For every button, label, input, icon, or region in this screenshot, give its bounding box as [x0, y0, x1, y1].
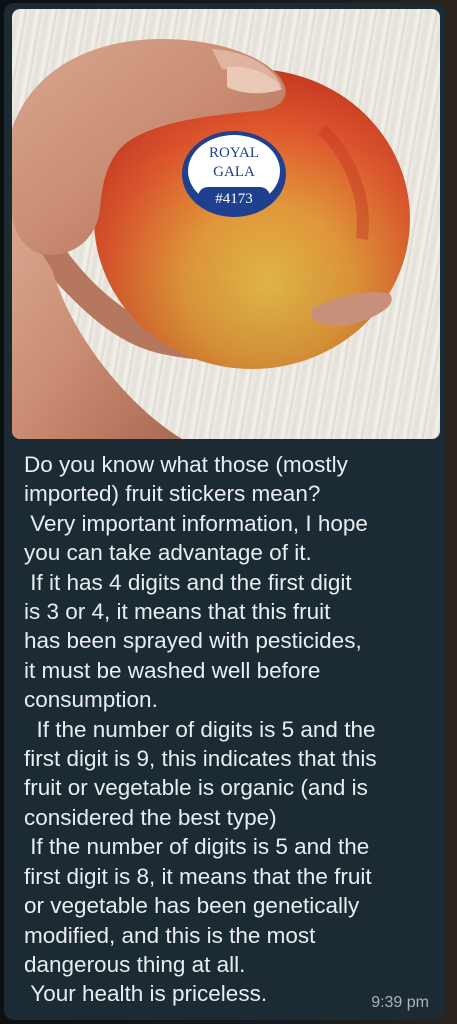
message-line: modified, and this is the most — [24, 922, 316, 948]
apple-photo[interactable]: ROYAL GALA #4173 — [12, 9, 440, 439]
message-line: considered the best type) — [24, 804, 277, 830]
message-line: imported) fruit stickers mean? — [24, 481, 321, 507]
message-line: it must be washed well before — [24, 657, 321, 683]
sticker-line1: ROYAL — [209, 145, 259, 161]
message-line: you can take advantage of it. — [24, 540, 312, 566]
sticker-plu: #4173 — [215, 191, 253, 207]
message-line: If it has 4 digits and the first digit — [24, 569, 352, 595]
fruit-sticker: ROYAL GALA #4173 — [182, 131, 286, 217]
message-line: has been sprayed with pesticides, — [24, 628, 362, 654]
message-line: first digit is 8, it means that the frui… — [24, 863, 372, 889]
message-line: If the number of digits is 5 and the — [24, 716, 376, 742]
message-line: dangerous thing at all. — [24, 951, 246, 977]
message-line: or vegetable has been genetically — [24, 893, 360, 919]
message-text: Do you know what those (mostly imported) … — [24, 450, 439, 1009]
message-line: fruit or vegetable is organic (and is — [24, 775, 368, 801]
message-line: Do you know what those (mostly — [24, 452, 348, 477]
message-line: first digit is 9, this indicates that th… — [24, 746, 377, 772]
chat-screen: ROYAL GALA #4173 Do you know what those … — [0, 0, 457, 1024]
sticker-line2: GALA — [213, 164, 255, 180]
message-line: consumption. — [24, 687, 158, 713]
message-bubble[interactable]: ROYAL GALA #4173 Do you know what those … — [4, 3, 445, 1020]
message-line: is 3 or 4, it means that this fruit — [24, 599, 331, 625]
apple-image-drawing: ROYAL GALA #4173 — [12, 39, 410, 439]
message-line: If the number of digits is 5 and the — [24, 834, 370, 860]
message-line: Very important information, I hope — [24, 510, 368, 536]
message-timestamp: 9:39 pm — [371, 994, 429, 1011]
